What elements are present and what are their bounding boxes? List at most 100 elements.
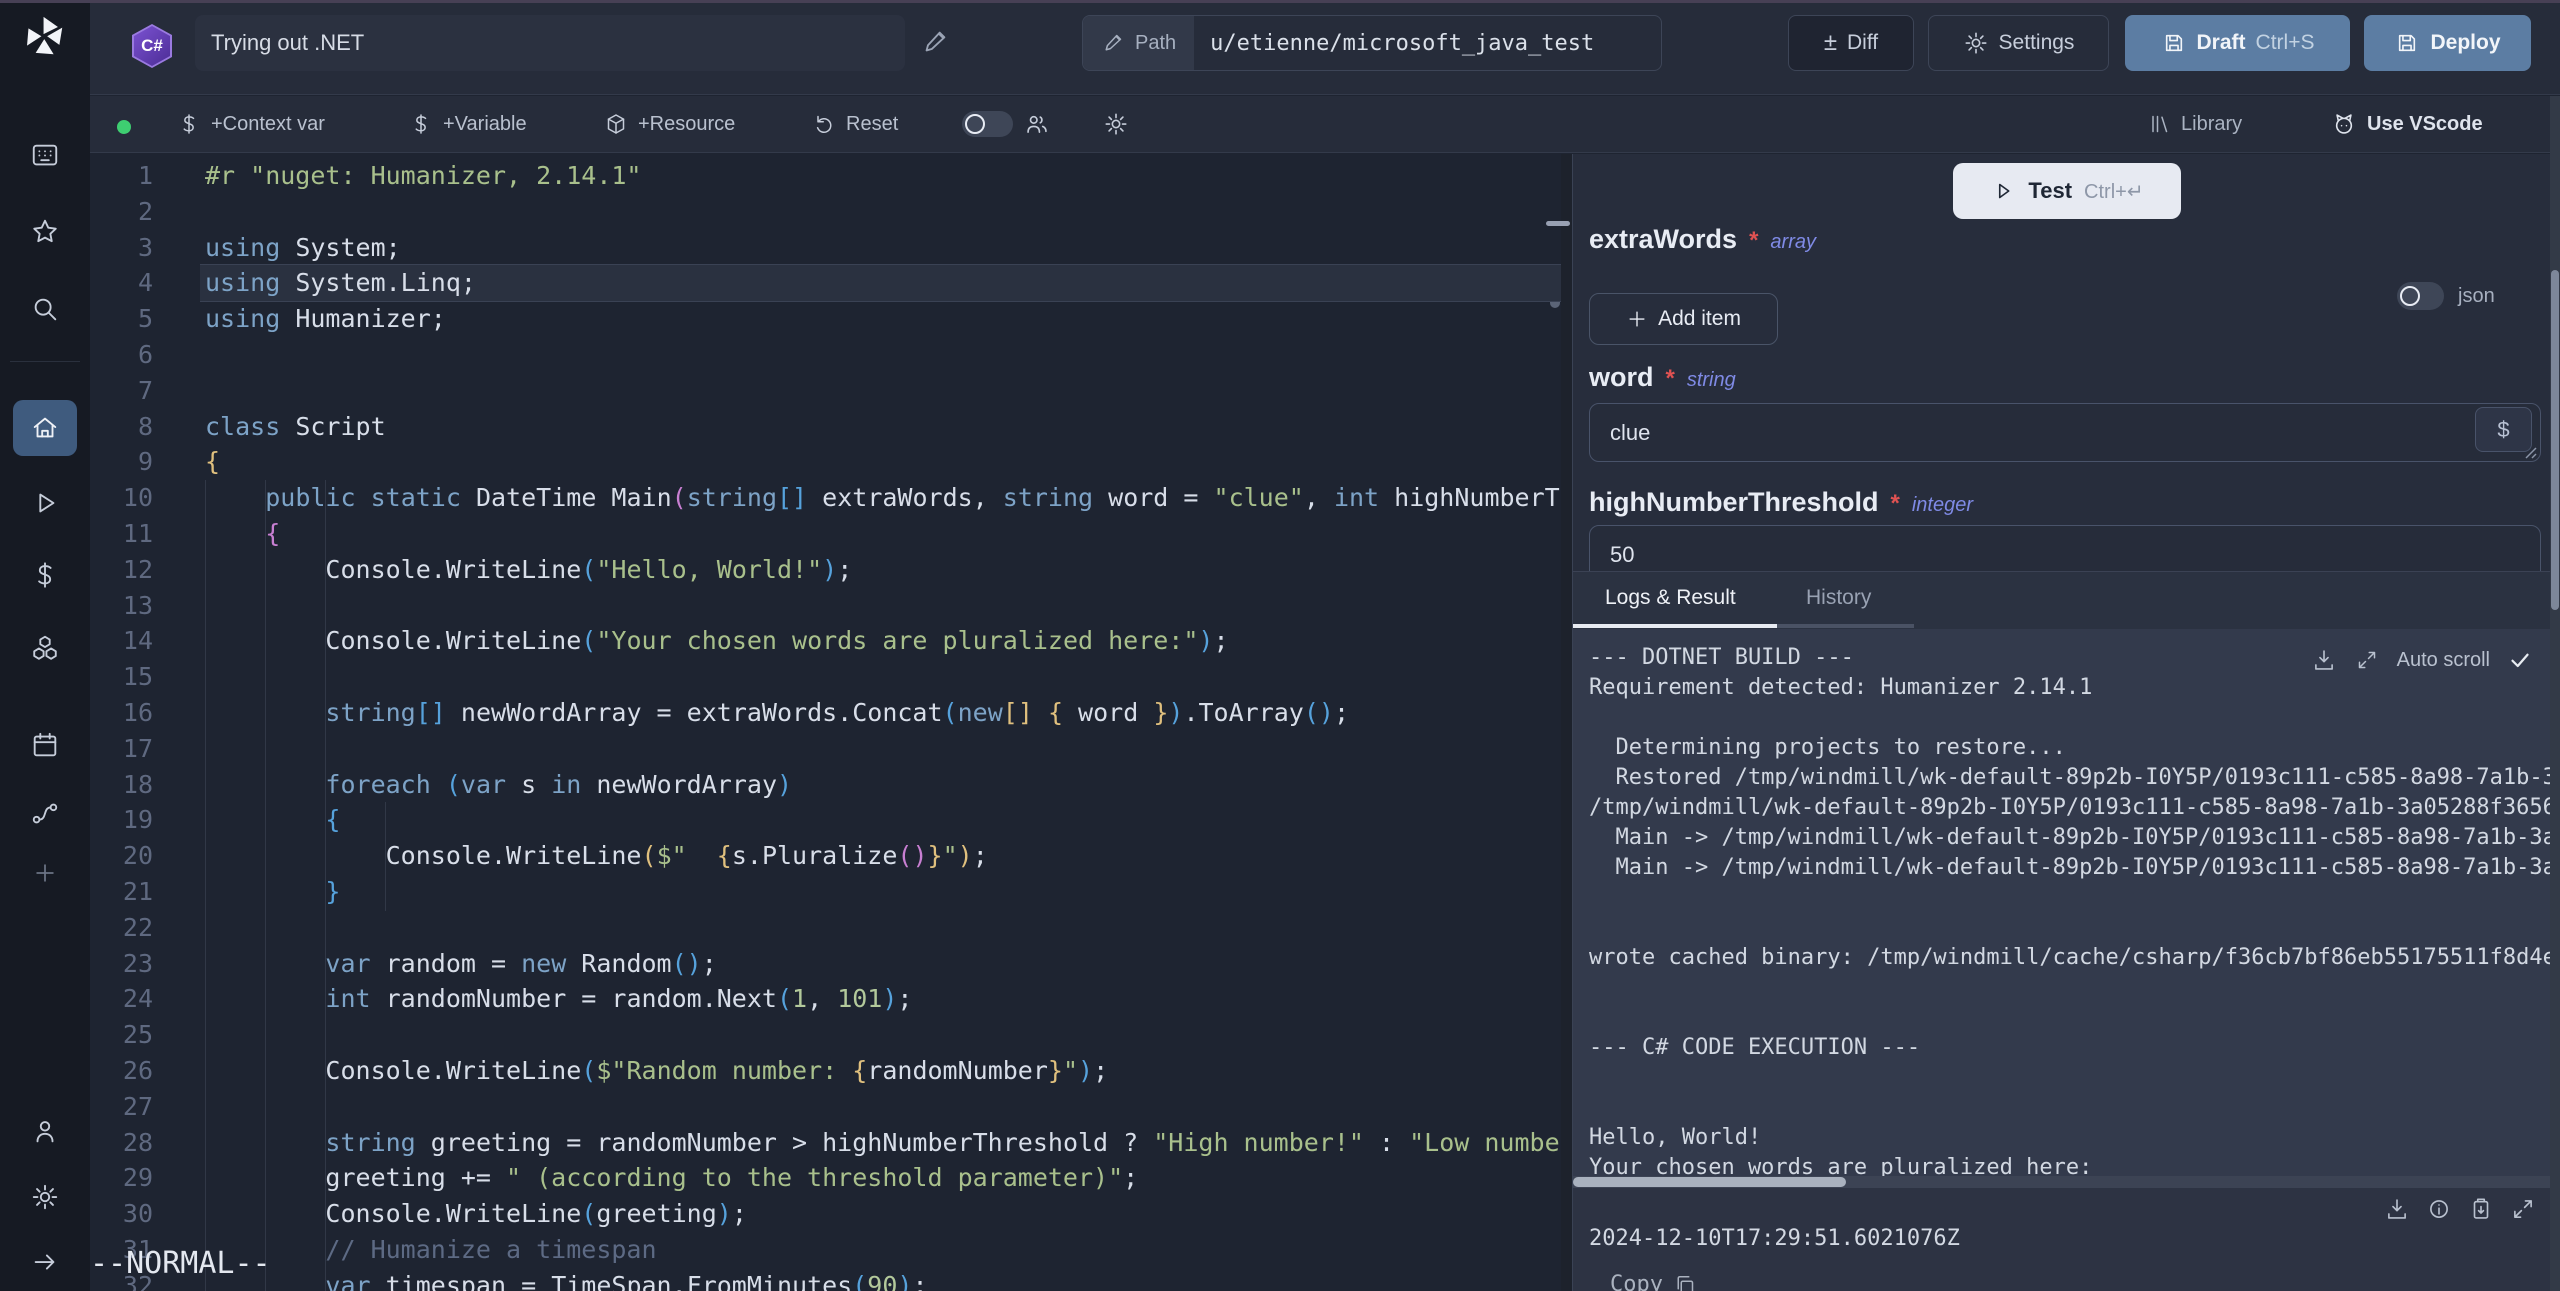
code-editor[interactable]: 1#r "nuget: Humanizer, 2.14.1"23using Sy… bbox=[90, 154, 1561, 1291]
download-logs-icon[interactable] bbox=[2311, 647, 2337, 673]
code-line-4[interactable]: 4using System.Linq; bbox=[90, 265, 1561, 301]
json-toggle-row: json bbox=[2397, 282, 2495, 310]
test-button[interactable]: Test Ctrl+↵ bbox=[1953, 163, 2181, 219]
code-line-14[interactable]: 14 Console.WriteLine("Your chosen words … bbox=[90, 623, 1561, 659]
code-line-15[interactable]: 15 bbox=[90, 659, 1561, 695]
code-line-10[interactable]: 10 public static DateTime Main(string[] … bbox=[90, 480, 1561, 516]
code-line-26[interactable]: 26 Console.WriteLine($"Random number: {r… bbox=[90, 1053, 1561, 1089]
code-text: public static DateTime Main(string[] ext… bbox=[200, 480, 1561, 516]
diff-mode-toggle[interactable] bbox=[962, 111, 1013, 137]
pane-splitter[interactable] bbox=[1561, 154, 1573, 1291]
sidebar-item-favorites[interactable] bbox=[13, 204, 77, 260]
code-line-3[interactable]: 3using System; bbox=[90, 230, 1561, 266]
log-line bbox=[1589, 1003, 2560, 1033]
code-text: Console.WriteLine(greeting); bbox=[200, 1196, 1561, 1232]
code-line-20[interactable]: 20 Console.WriteLine($" {s.Pluralize()}"… bbox=[90, 838, 1561, 874]
code-line-28[interactable]: 28 string greeting = randomNumber > high… bbox=[90, 1125, 1561, 1161]
copy-button[interactable]: Copy bbox=[1610, 1272, 1697, 1291]
clipboard-icon[interactable] bbox=[2468, 1196, 2494, 1222]
deploy-button[interactable]: Deploy bbox=[2364, 15, 2531, 71]
sidebar-item-add[interactable] bbox=[13, 845, 77, 901]
calendar-icon bbox=[30, 730, 60, 760]
windmill-logo-icon[interactable] bbox=[22, 14, 68, 60]
code-line-1[interactable]: 1#r "nuget: Humanizer, 2.14.1" bbox=[90, 158, 1561, 194]
sidebar-item-flows[interactable] bbox=[13, 785, 77, 841]
code-line-29[interactable]: 29 greeting += " (according to the thres… bbox=[90, 1160, 1561, 1196]
logs-output[interactable]: --- DOTNET BUILD ---Requirement detected… bbox=[1573, 629, 2560, 1176]
code-line-19[interactable]: 19 { bbox=[90, 802, 1561, 838]
script-title-input[interactable]: Trying out .NET bbox=[195, 15, 905, 71]
code-line-21[interactable]: 21 } bbox=[90, 874, 1561, 910]
maximize-icon[interactable] bbox=[2510, 1196, 2536, 1222]
word-input-value: clue bbox=[1610, 420, 1650, 446]
expand-logs-icon[interactable] bbox=[2355, 648, 2379, 672]
code-text bbox=[200, 194, 1561, 230]
play-icon bbox=[30, 488, 60, 518]
add-item-button[interactable]: Add item bbox=[1589, 293, 1778, 345]
sidebar-item-home[interactable] bbox=[13, 400, 77, 456]
editor-settings-gear-icon[interactable] bbox=[1103, 96, 1129, 152]
download-result-icon[interactable] bbox=[2384, 1196, 2410, 1222]
logs-horizontal-scrollbar-thumb[interactable] bbox=[1573, 1177, 1846, 1187]
multiplayer-icon[interactable] bbox=[1024, 96, 1050, 152]
code-line-8[interactable]: 8class Script bbox=[90, 409, 1561, 445]
code-line-9[interactable]: 9{ bbox=[90, 444, 1561, 480]
tab-history[interactable]: History bbox=[1806, 586, 1871, 610]
logs-controls: Auto scroll bbox=[2311, 647, 2532, 673]
pane-splitter-grip[interactable] bbox=[1546, 221, 1570, 226]
diff-button[interactable]: ± Diff bbox=[1788, 15, 1914, 71]
code-line-5[interactable]: 5using Humanizer; bbox=[90, 301, 1561, 337]
library-button[interactable]: Library bbox=[2147, 96, 2242, 152]
check-icon[interactable] bbox=[2508, 648, 2532, 672]
window-scrollbar-thumb[interactable] bbox=[2551, 270, 2559, 610]
add-resource-button[interactable]: +Resource bbox=[604, 96, 735, 152]
code-line-18[interactable]: 18 foreach (var s in newWordArray) bbox=[90, 767, 1561, 803]
path-widget[interactable]: Path u/etienne/microsoft_java_test bbox=[1082, 15, 1662, 71]
draft-button[interactable]: Draft Ctrl+S bbox=[2125, 15, 2350, 71]
code-line-12[interactable]: 12 Console.WriteLine("Hello, World!"); bbox=[90, 552, 1561, 588]
sidebar-item-search[interactable] bbox=[13, 281, 77, 337]
tab-logs-result[interactable]: Logs & Result bbox=[1605, 586, 1736, 610]
code-line-11[interactable]: 11 { bbox=[90, 516, 1561, 552]
code-line-31[interactable]: 31 // Humanize a timespan bbox=[90, 1232, 1561, 1268]
code-line-32[interactable]: 32 var timespan = TimeSpan.FromMinutes(9… bbox=[90, 1268, 1561, 1291]
logs-horizontal-scrollbar[interactable] bbox=[1573, 1176, 2560, 1188]
sidebar-item-runs[interactable] bbox=[13, 475, 77, 531]
sidebar-item-settings[interactable] bbox=[13, 1169, 77, 1225]
autoscroll-label: Auto scroll bbox=[2397, 649, 2490, 672]
calculator-icon bbox=[30, 140, 60, 170]
info-icon[interactable] bbox=[2426, 1196, 2452, 1222]
settings-button[interactable]: Settings bbox=[1928, 15, 2109, 71]
log-line: Determining projects to restore... bbox=[1589, 733, 2560, 763]
sidebar-item-account[interactable] bbox=[13, 1103, 77, 1159]
use-vscode-button[interactable]: Use VScode bbox=[2331, 96, 2483, 152]
code-line-30[interactable]: 30 Console.WriteLine(greeting); bbox=[90, 1196, 1561, 1232]
line-number: 13 bbox=[90, 588, 153, 624]
code-line-27[interactable]: 27 bbox=[90, 1089, 1561, 1125]
code-line-13[interactable]: 13 bbox=[90, 588, 1561, 624]
code-line-16[interactable]: 16 string[] newWordArray = extraWords.Co… bbox=[90, 695, 1561, 731]
code-line-23[interactable]: 23 var random = new Random(); bbox=[90, 946, 1561, 982]
sidebar-item-collapse[interactable] bbox=[13, 1234, 77, 1290]
code-line-25[interactable]: 25 bbox=[90, 1017, 1561, 1053]
code-line-7[interactable]: 7 bbox=[90, 373, 1561, 409]
code-line-2[interactable]: 2 bbox=[90, 194, 1561, 230]
json-toggle[interactable] bbox=[2397, 282, 2444, 310]
word-input[interactable]: clue $ bbox=[1589, 403, 2541, 462]
sidebar-item-resources[interactable] bbox=[13, 620, 77, 676]
code-line-24[interactable]: 24 int randomNumber = random.Next(1, 101… bbox=[90, 981, 1561, 1017]
path-chip[interactable]: Path bbox=[1083, 16, 1194, 70]
edit-title-pencil-icon[interactable] bbox=[920, 27, 950, 57]
resize-grip-icon[interactable] bbox=[2518, 440, 2538, 460]
code-line-6[interactable]: 6 bbox=[90, 337, 1561, 373]
code-line-22[interactable]: 22 bbox=[90, 910, 1561, 946]
add-variable-button[interactable]: +Variable bbox=[409, 96, 527, 152]
add-context-var-button[interactable]: +Context var bbox=[177, 96, 325, 152]
save-icon bbox=[2161, 30, 2187, 56]
sidebar-item-schedules[interactable] bbox=[13, 717, 77, 773]
sidebar-item-apps[interactable] bbox=[13, 127, 77, 183]
sidebar-item-variables[interactable] bbox=[13, 547, 77, 603]
reset-button[interactable]: Reset bbox=[812, 96, 898, 152]
code-line-17[interactable]: 17 bbox=[90, 731, 1561, 767]
draft-shortcut: Ctrl+S bbox=[2256, 31, 2315, 55]
